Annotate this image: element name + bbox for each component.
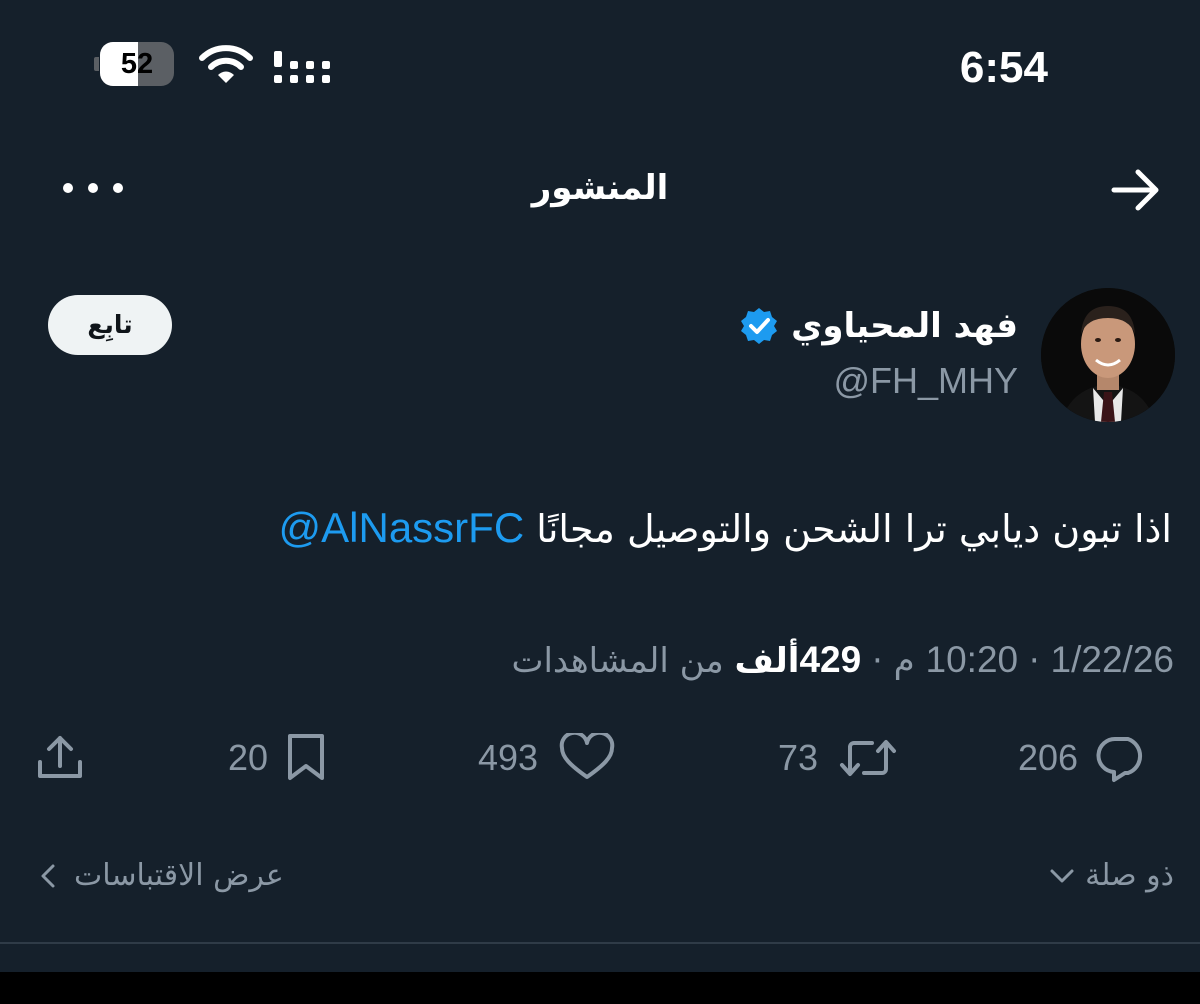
tweet-time-period: م: [893, 641, 915, 681]
chevron-down-icon: [1050, 869, 1074, 883]
bottom-bar: [0, 972, 1200, 1004]
battery-level: 52: [120, 48, 154, 80]
views-label: من المشاهدات: [511, 641, 724, 681]
back-arrow-icon[interactable]: [1104, 162, 1168, 218]
like-button[interactable]: 493: [478, 730, 618, 786]
tweet-text: اذا تبون ديابي ترا الشحن والتوصيل مجانًا…: [279, 500, 1172, 557]
verified-badge-icon: [741, 308, 778, 344]
tweet-meta: 1/22/26 · 10:20 م · 429ألف من المشاهدات: [511, 636, 1174, 685]
reply-sort-dropdown[interactable]: ذو صلة: [1047, 852, 1174, 900]
avatar[interactable]: [1041, 288, 1175, 422]
author-handle[interactable]: @FH_MHY: [833, 358, 1018, 404]
follow-button[interactable]: تابِع: [48, 295, 172, 355]
author-display-name[interactable]: فهد المحياوي: [791, 306, 1018, 346]
divider: [0, 942, 1200, 944]
meta-separator: ·: [1028, 641, 1040, 681]
bookmark-icon: [288, 734, 325, 780]
status-time: 6:54: [959, 43, 1048, 92]
share-button[interactable]: [34, 730, 86, 786]
battery-body: 52: [100, 42, 174, 86]
tweet-date: 1/22/26: [1050, 639, 1174, 680]
share-icon: [38, 736, 82, 778]
reply-sort-label: ذو صلة: [1085, 858, 1174, 893]
repost-button[interactable]: 73: [778, 730, 900, 786]
signal-bars-icon: [274, 51, 330, 83]
reply-count: 206: [1018, 737, 1079, 778]
tweet-detail-screen: 52 6:54 المنشور تابِع فهد المحياوي @FH_M…: [0, 0, 1200, 972]
reply-button[interactable]: 206: [1018, 730, 1152, 786]
author-name-row[interactable]: فهد المحياوي: [739, 300, 1018, 352]
repost-count: 73: [778, 737, 819, 778]
wifi-icon: [199, 45, 253, 83]
page-title: المنشور: [531, 168, 669, 208]
battery-nub: [94, 57, 99, 71]
battery-indicator: 52: [94, 42, 180, 86]
chevron-left-icon: [41, 864, 55, 888]
repost-icon: [840, 740, 897, 776]
views-unit: ألف: [734, 641, 800, 681]
meta-separator: ·: [872, 641, 883, 681]
reply-icon: [1096, 736, 1143, 782]
bookmark-count: 20: [228, 737, 269, 778]
avatar-portrait: [1041, 288, 1175, 422]
mention-link[interactable]: @AlNassrFC: [279, 504, 525, 551]
tweet-body-text: اذا تبون ديابي ترا الشحن والتوصيل مجانًا: [536, 507, 1172, 551]
view-quotes-label: عرض الاقتباسات: [74, 858, 284, 893]
tweet-time: 10:20: [925, 639, 1019, 680]
like-count: 493: [478, 737, 539, 778]
view-quotes-link[interactable]: عرض الاقتباسات: [38, 852, 284, 900]
views-count[interactable]: 429ألف: [734, 639, 862, 681]
bookmark-button[interactable]: 20: [228, 730, 330, 786]
views-number: 429: [799, 639, 862, 680]
heart-icon: [559, 733, 615, 779]
